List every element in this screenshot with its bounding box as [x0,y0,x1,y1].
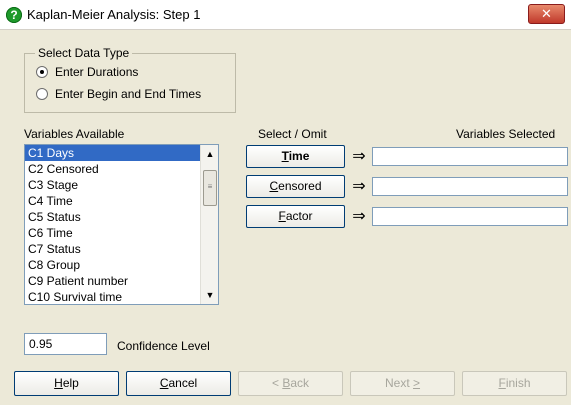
cancel-button[interactable]: Cancel [126,371,231,396]
scroll-up-arrow-icon[interactable]: ▲ [202,146,218,162]
list-item[interactable]: C8 Group [25,257,200,273]
radio-begin-end-times[interactable]: Enter Begin and End Times [36,87,201,101]
select-omit-label: Select / Omit [258,127,327,141]
back-button[interactable]: < Back [238,371,343,396]
list-item[interactable]: C4 Time [25,193,200,209]
list-item[interactable]: C10 Survival time [25,289,200,304]
list-item[interactable]: C9 Patient number [25,273,200,289]
time-button[interactable]: Time [246,145,345,168]
time-field[interactable] [372,147,568,166]
dialog-body: Select Data Type Enter Durations Enter B… [0,31,571,405]
help-question-icon: ? [6,7,22,23]
radio-button[interactable] [36,88,48,100]
radio-button[interactable] [36,66,48,78]
window-title: Kaplan-Meier Analysis: Step 1 [27,7,201,22]
variables-available-label: Variables Available [24,127,125,141]
data-type-legend: Select Data Type [35,46,133,60]
help-button[interactable]: Help [14,371,119,396]
list-item[interactable]: C3 Stage [25,177,200,193]
confidence-level-label: Confidence Level [117,339,210,353]
radio-enter-durations[interactable]: Enter Durations [36,65,138,79]
confidence-level-input[interactable]: 0.95 [24,333,107,355]
list-item[interactable]: C1 Days [25,145,200,161]
list-item[interactable]: C2 Censored [25,161,200,177]
right-arrow-icon: ⇒ [352,148,366,165]
title-bar: ? Kaplan-Meier Analysis: Step 1 ✕ [0,0,571,30]
censored-button[interactable]: Censored [246,175,345,198]
finish-button[interactable]: Finish [462,371,567,396]
right-arrow-icon: ⇒ [352,208,366,225]
censored-field[interactable] [372,177,568,196]
variables-list: C1 Days C2 Censored C3 Stage C4 Time C5 Stat… [25,145,200,304]
close-button[interactable]: ✕ [528,4,565,24]
right-arrow-icon: ⇒ [352,178,366,195]
list-item[interactable]: C6 Time [25,225,200,241]
scroll-down-arrow-icon[interactable]: ▼ [202,287,218,303]
radio-label: Enter Durations [55,65,139,79]
variables-selected-label: Variables Selected [456,127,556,141]
data-type-group: Select Data Type Enter Durations Enter B… [24,46,236,113]
factor-button[interactable]: Factor [246,205,345,228]
vertical-scrollbar[interactable]: ▲ ≡ ▼ [200,145,218,304]
next-button[interactable]: Next > [350,371,455,396]
radio-label: Enter Begin and End Times [55,87,202,101]
variables-listbox[interactable]: C1 Days C2 Censored C3 Stage C4 Time C5 Stat… [24,144,219,305]
list-item[interactable]: C7 Status [25,241,200,257]
list-item[interactable]: C5 Status [25,209,200,225]
scroll-thumb[interactable]: ≡ [203,170,217,206]
factor-field[interactable] [372,207,568,226]
